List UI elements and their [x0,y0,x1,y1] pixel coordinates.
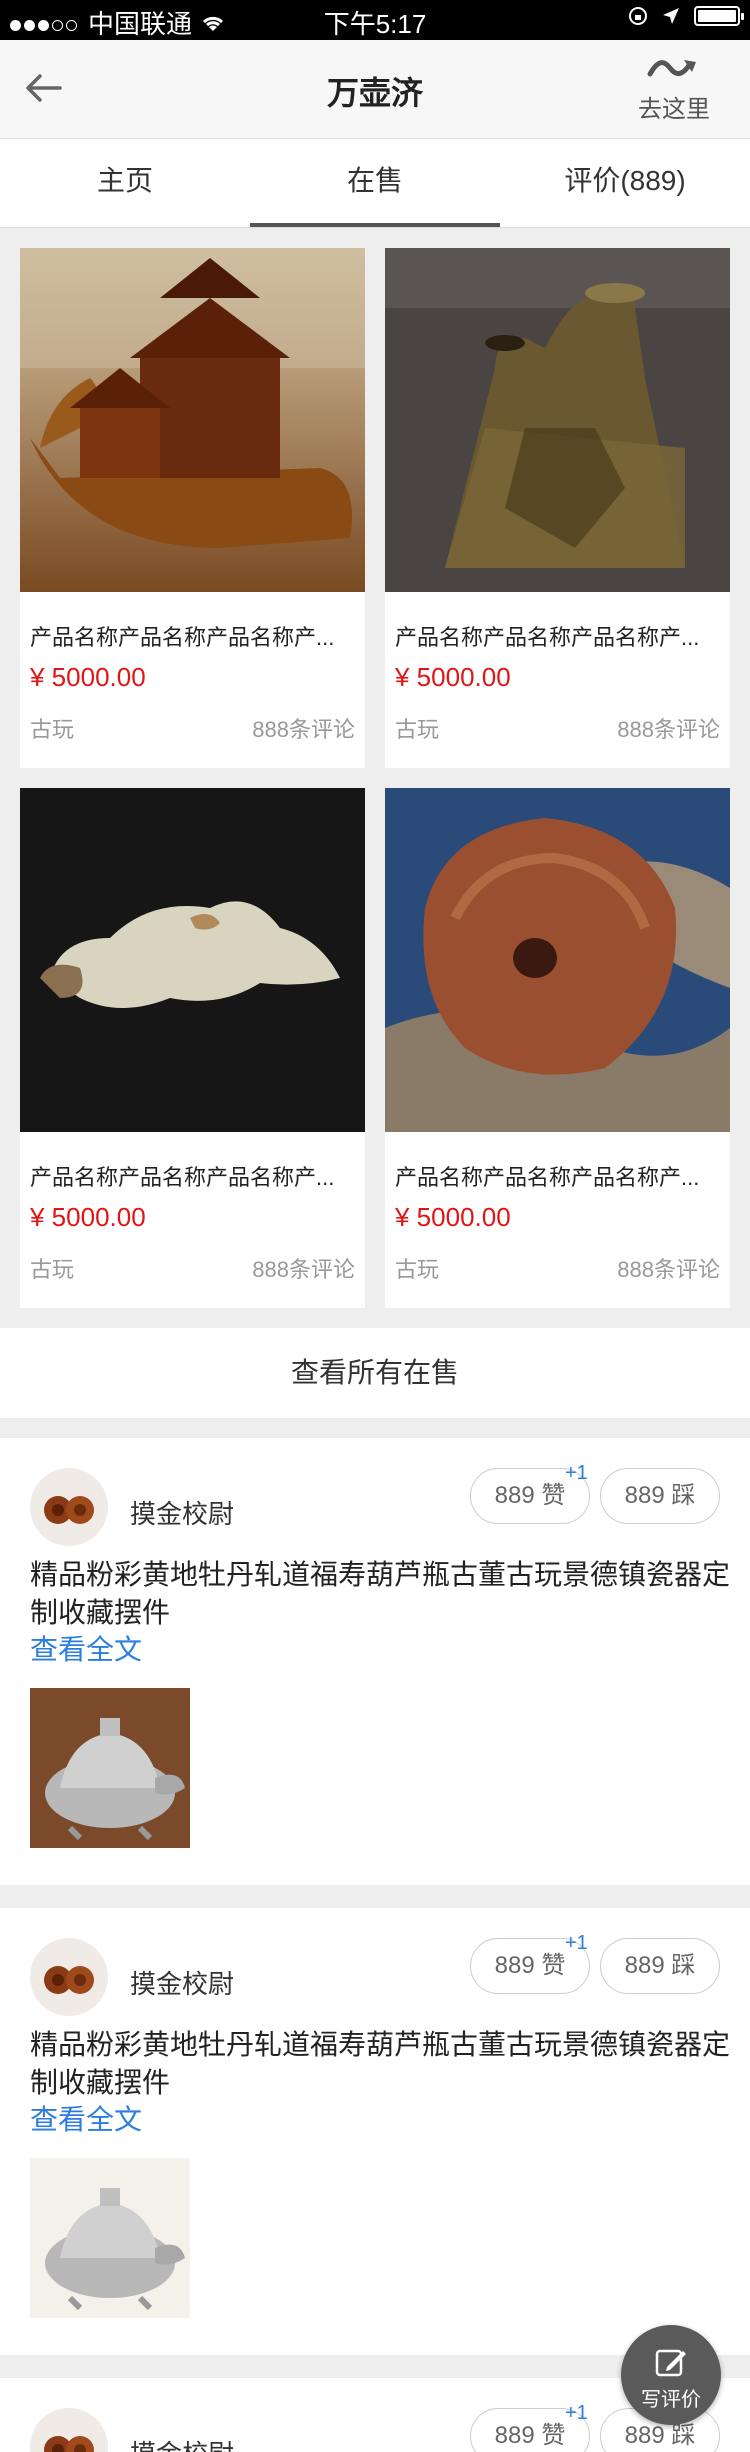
avatar[interactable] [30,1468,108,1546]
product-name: 产品名称产品名称产品名称产... [30,1165,335,1190]
product-category: 古玩 [395,1257,440,1282]
status-bar: 中国联通 下午5:17 [0,0,750,40]
tab-home[interactable]: 主页 [0,139,250,227]
review-text: 精品粉彩黄地牡丹轧道福寿葫芦瓶古董古玩景德镇瓷器定制收藏摆件 [30,2029,731,2098]
dislike-button[interactable]: 889 踩 [600,1468,720,1524]
stone-disc-photo [385,788,730,1132]
review-photo[interactable] [30,1688,190,1848]
product-name: 产品名称产品名称产品名称产... [30,625,335,650]
view-all-on-sale-button[interactable]: 查看所有在售 [0,1328,750,1418]
product-price: ¥ 5000.00 [395,662,511,692]
product-comment-count: 888条评论 [617,1257,720,1282]
product-card[interactable]: 产品名称产品名称产品名称产... ¥ 5000.00 古玩 888条评论 [385,248,730,768]
product-card[interactable]: 产品名称产品名称产品名称产... ¥ 5000.00 古玩 888条评论 [385,788,730,1308]
read-more-link[interactable]: 查看全文 [30,1628,142,1668]
product-category: 古玩 [30,717,75,742]
dislike-button[interactable]: 889 踩 [600,1938,720,1994]
product-price: ¥ 5000.00 [395,1202,511,1232]
product-comment-count: 888条评论 [252,717,355,742]
write-review-button[interactable]: 写评价 [621,2325,721,2425]
write-review-label: 写评价 [641,2389,701,2411]
product-category: 古玩 [30,1257,75,1282]
nav-bar: 万壶济 去这里 [0,40,750,139]
tab-reviews[interactable]: 评价(889) [500,139,750,227]
review-text: 精品粉彩黄地牡丹轧道福寿葫芦瓶古董古玩景德镇瓷器定制收藏摆件 [30,1559,731,1628]
jade-pendant-photo [20,788,365,1132]
edit-icon [655,2349,686,2377]
goto-label: 去这里 [638,96,710,123]
avatar[interactable] [30,2408,108,2452]
battery-icon [694,6,744,26]
product-price: ¥ 5000.00 [30,662,146,692]
goto-button[interactable]: 去这里 [634,56,714,124]
review-item: 摸金校尉 889 赞 +1 889 踩 精品粉彩黄地牡丹轧道福寿葫芦瓶古董古玩景… [0,1438,750,1885]
product-comment-count: 888条评论 [617,717,720,742]
review-author: 摸金校尉 [130,1499,235,1529]
tab-on-sale[interactable]: 在售 [250,139,500,227]
product-price: ¥ 5000.00 [30,1202,146,1232]
review-photo[interactable] [30,2158,190,2318]
product-name: 产品名称产品名称产品名称产... [395,1165,700,1190]
tab-bar: 主页 在售 评价(889) [0,139,750,228]
bronze-flask-photo [385,248,730,592]
product-card[interactable]: 产品名称产品名称产品名称产... ¥ 5000.00 古玩 888条评论 [20,788,365,1308]
review-item: 摸金校尉 889 赞 +1 889 踩 精品粉彩黄地牡丹轧道福寿葫芦瓶古董古玩景… [0,1908,750,2355]
product-comment-count: 888条评论 [252,1257,355,1282]
route-icon [647,60,696,77]
product-name: 产品名称产品名称产品名称产... [395,625,700,650]
avatar[interactable] [30,1938,108,2016]
like-plus-one: +1 [565,2402,588,2424]
read-more-link[interactable]: 查看全文 [30,2098,142,2138]
product-card[interactable]: 产品名称产品名称产品名称产... ¥ 5000.00 古玩 888条评论 [20,248,365,768]
review-author: 摸金校尉 [130,1969,235,1999]
like-plus-one: +1 [565,1932,588,1954]
product-category: 古玩 [395,717,440,742]
dragon-boat-photo [20,248,365,592]
rotation-lock-icon [629,7,647,25]
location-icon [663,8,679,24]
review-author: 摸金校尉 [130,2434,234,2452]
like-plus-one: +1 [565,1462,588,1484]
